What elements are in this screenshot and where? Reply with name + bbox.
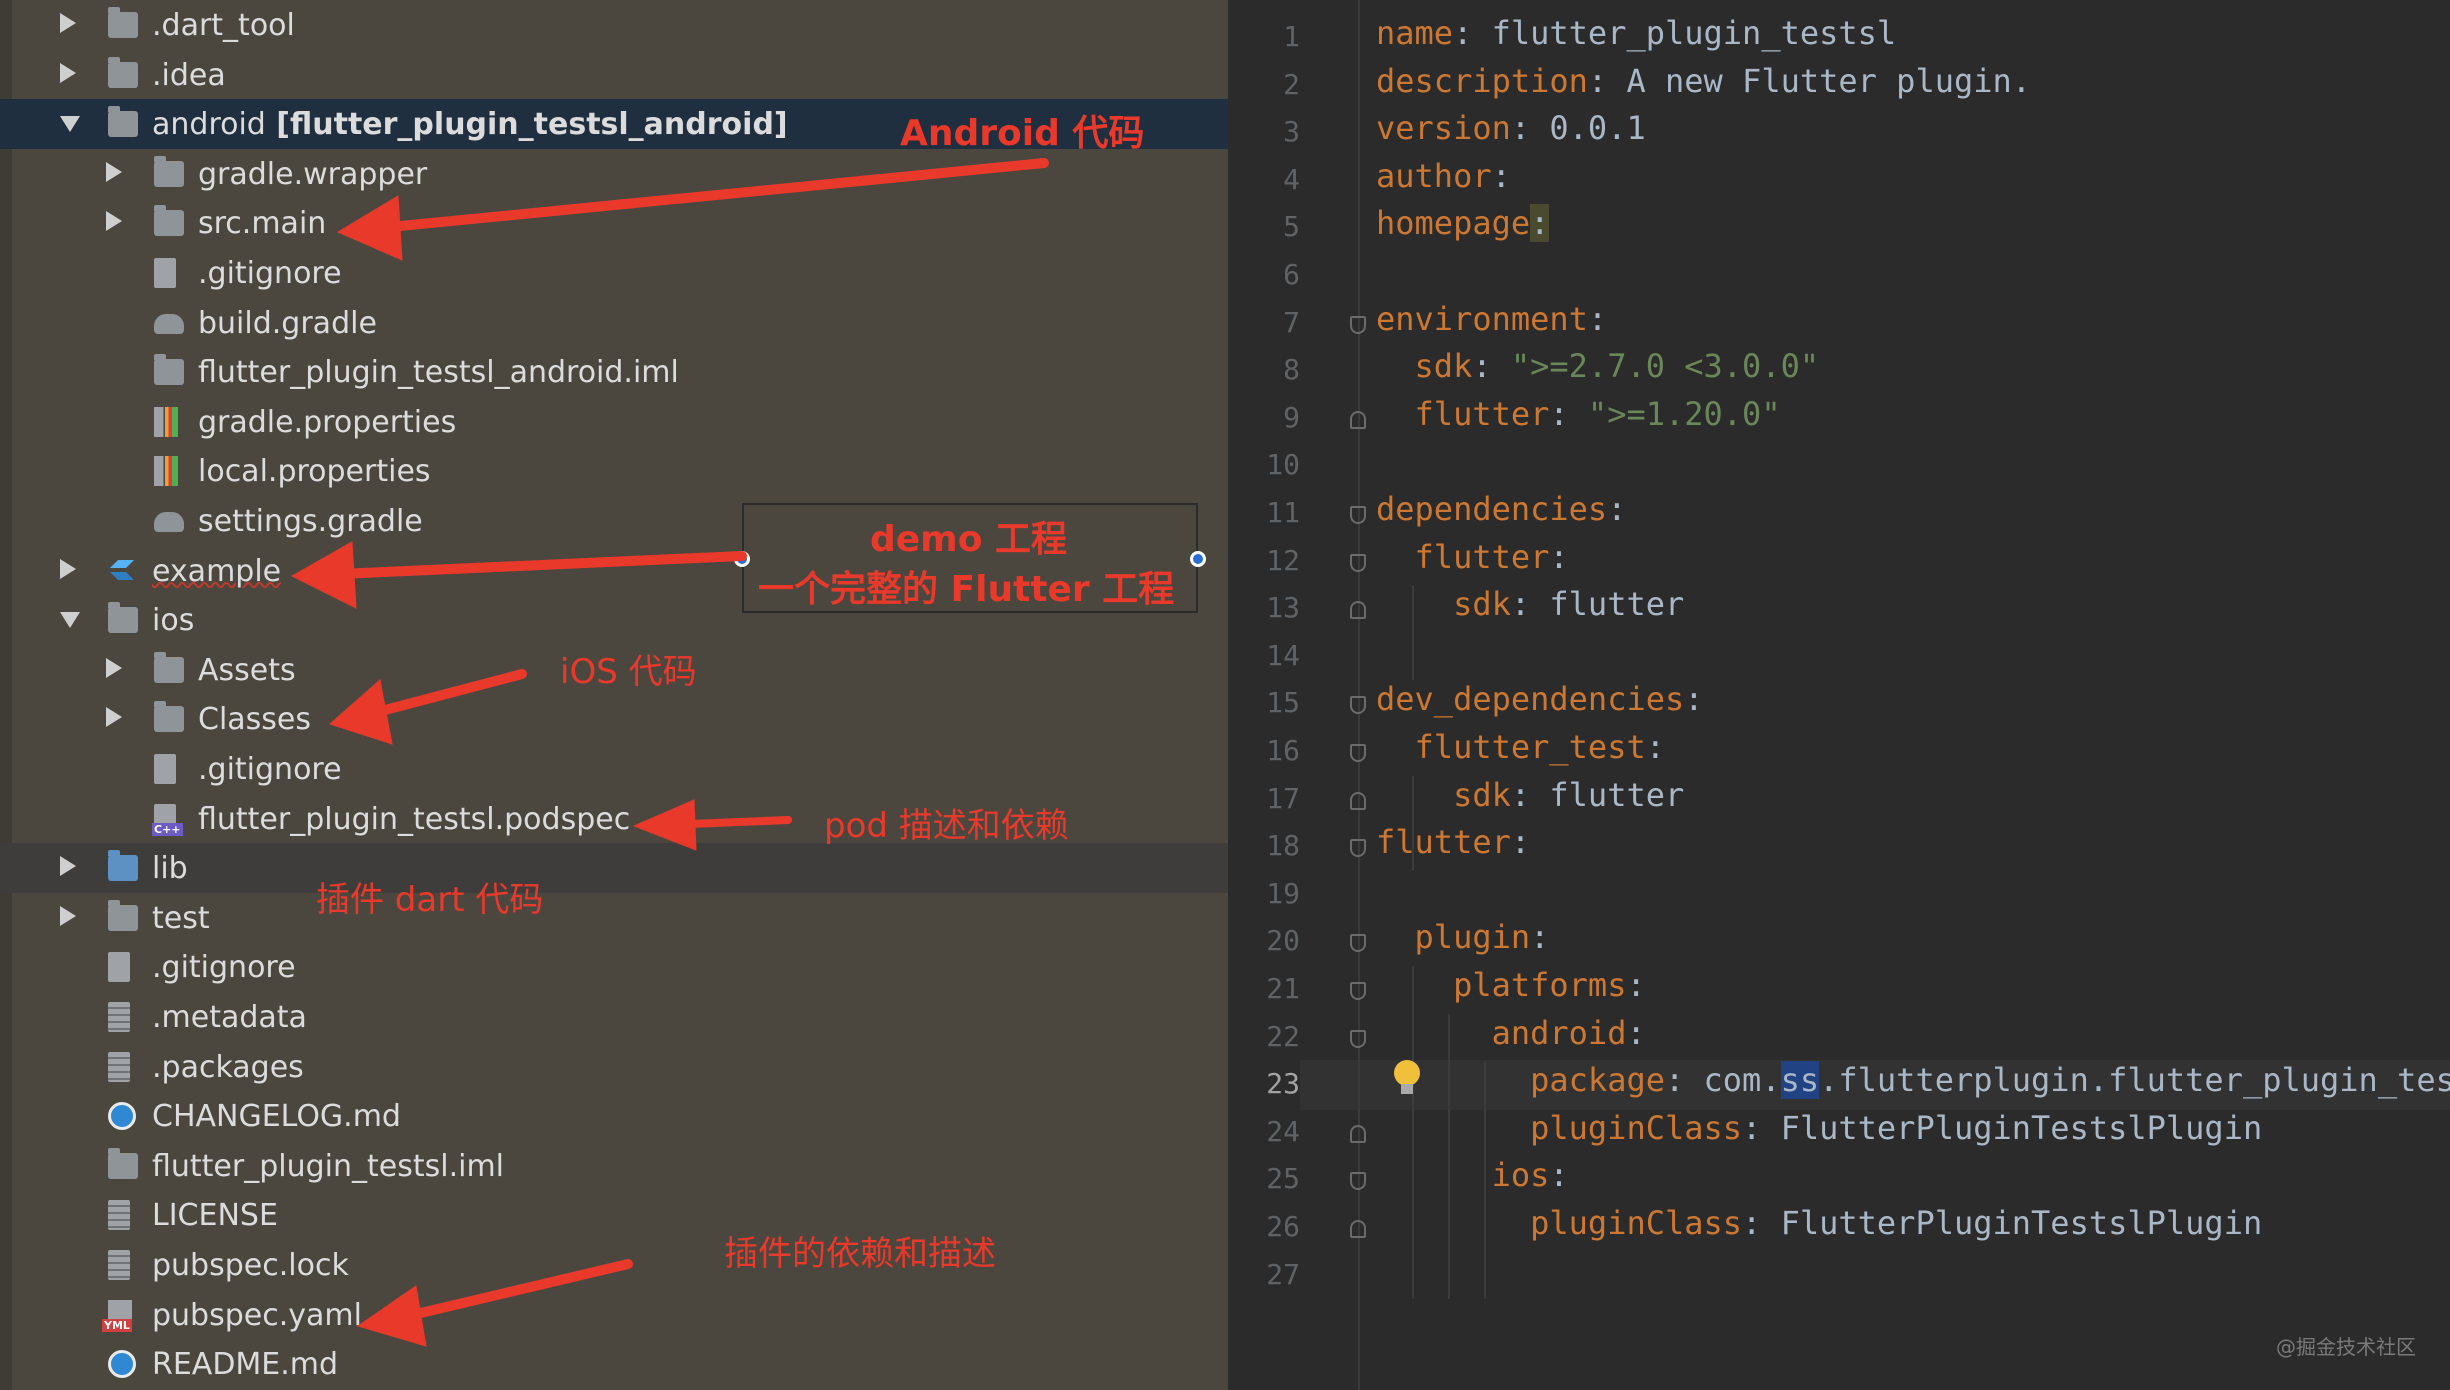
line-number: 1: [1283, 20, 1300, 53]
annotation-android: Android 代码: [900, 113, 1145, 154]
code-line[interactable]: sdk: flutter: [1376, 776, 1684, 814]
line-number: 12: [1266, 543, 1300, 577]
indent-guide: [1412, 775, 1414, 871]
code-line[interactable]: flutter: ">=1.20.0": [1376, 395, 1781, 433]
arrow-android: [375, 158, 1049, 233]
line-number: 13: [1266, 591, 1300, 625]
code-line[interactable]: version: 0.0.1: [1376, 109, 1646, 147]
code-line[interactable]: flutter:: [1376, 538, 1569, 576]
watermark: @掘金技术社区: [2276, 1335, 2416, 1359]
code-line[interactable]: package: com.ss.flutterplugin.flutter_pl…: [1376, 1061, 2450, 1100]
arrow-example-head: [290, 541, 357, 609]
code-line[interactable]: description: A new Flutter plugin.: [1376, 62, 2031, 100]
fold-close-icon[interactable]: [1350, 410, 1366, 429]
line-number: 21: [1266, 972, 1300, 1005]
fold-close-icon[interactable]: [1350, 791, 1366, 810]
code-line[interactable]: author:: [1376, 157, 1511, 195]
fold-close-icon[interactable]: [1350, 601, 1366, 620]
code-line[interactable]: plugin:: [1376, 918, 1550, 956]
code-line[interactable]: name: flutter_plugin_testsl: [1376, 14, 1896, 52]
line-number: 2: [1283, 67, 1300, 101]
line-number: 26: [1266, 1210, 1300, 1243]
annotation-plugin-deps: 插件的依赖和描述: [724, 1234, 996, 1274]
fold-open-icon[interactable]: [1350, 553, 1366, 572]
code-line[interactable]: sdk: flutter: [1376, 585, 1684, 623]
line-number: 18: [1266, 829, 1300, 863]
fold-open-icon[interactable]: [1350, 1029, 1366, 1048]
code-line[interactable]: homepage:: [1376, 204, 1550, 243]
code-line[interactable]: dev_dependencies:: [1376, 680, 1704, 718]
code-line[interactable]: dependencies:: [1376, 490, 1626, 528]
fold-open-icon[interactable]: [1350, 934, 1366, 953]
annotation-arrows: [290, 158, 1049, 1347]
fold-close-icon[interactable]: [1350, 1220, 1366, 1238]
code-line[interactable]: platforms:: [1376, 966, 1646, 1004]
code-line[interactable]: ios:: [1376, 1156, 1569, 1194]
line-number: 7: [1283, 305, 1300, 339]
line-number: 15: [1266, 686, 1300, 720]
fold-close-icon[interactable]: [1350, 1124, 1366, 1143]
line-number: 14: [1266, 638, 1300, 672]
line-number: 4: [1283, 162, 1300, 196]
indent-guide: [1484, 1061, 1486, 1204]
fold-open-icon[interactable]: [1350, 315, 1366, 334]
code-line[interactable]: pluginClass: FlutterPluginTestslPlugin: [1376, 1109, 2262, 1147]
indent-guide: [1448, 1013, 1450, 1300]
arrow-pod-head: [632, 799, 697, 851]
arrow-ios: [365, 669, 527, 719]
annotation-dart: 插件 dart 代码: [316, 880, 544, 920]
line-number: 22: [1266, 1019, 1300, 1053]
line-number: 25: [1266, 1162, 1300, 1196]
line-number: 20: [1266, 924, 1300, 958]
fold-open-icon[interactable]: [1350, 839, 1366, 858]
arrow-android-head: [336, 195, 403, 261]
project-tree-panel: .dart_tool .idea android [flutter_plugin_t…: [0, 0, 1228, 1390]
fold-open-icon[interactable]: [1350, 982, 1366, 1000]
code-line[interactable]: android:: [1376, 1014, 1646, 1052]
line-number: 9: [1283, 400, 1300, 434]
fold-open-icon[interactable]: [1350, 506, 1366, 524]
arrow-pubspec-head: [356, 1285, 427, 1347]
line-number: 24: [1266, 1114, 1300, 1148]
fold-open-icon[interactable]: [1350, 696, 1366, 715]
indent-guide: [1412, 966, 1414, 1300]
fold-open-icon[interactable]: [1350, 1172, 1366, 1191]
line-number: 3: [1283, 115, 1300, 149]
code-line[interactable]: sdk: ">=2.7.0 <3.0.0": [1376, 347, 1820, 385]
annotation-ios: iOS 代码: [560, 652, 697, 692]
line-number: 16: [1266, 734, 1300, 767]
fold-open-icon[interactable]: [1350, 744, 1366, 762]
line-number: 5: [1283, 210, 1300, 244]
code-line[interactable]: pluginClass: FlutterPluginTestslPlugin: [1376, 1204, 2262, 1242]
code-line[interactable]: environment:: [1376, 300, 1607, 338]
arrow-example: [335, 551, 747, 579]
line-number: 10: [1266, 448, 1300, 482]
arrow-pubspec: [403, 1259, 633, 1321]
line-number: 6: [1283, 258, 1300, 291]
lightbulb-icon[interactable]: [1394, 1060, 1420, 1096]
indent-guide: [1412, 585, 1414, 681]
annotation-demo-subtitle: 一个完整的 Flutter 工程: [758, 569, 1175, 610]
line-number: 27: [1266, 1257, 1300, 1291]
line-number: 17: [1266, 781, 1300, 815]
line-number: 23: [1266, 1067, 1300, 1101]
code-line[interactable]: flutter_test:: [1376, 728, 1665, 766]
annotation-demo-title: demo 工程: [870, 519, 1067, 560]
arrow-pod: [686, 816, 792, 828]
annotation-pod: pod 描述和依赖: [824, 806, 1069, 846]
line-number: 19: [1266, 876, 1300, 910]
arrow-ios-head: [329, 679, 393, 745]
line-number: 11: [1266, 496, 1300, 529]
line-number: 8: [1283, 353, 1300, 387]
indent-guide: [1484, 1204, 1486, 1300]
code-line[interactable]: flutter:: [1376, 823, 1530, 861]
